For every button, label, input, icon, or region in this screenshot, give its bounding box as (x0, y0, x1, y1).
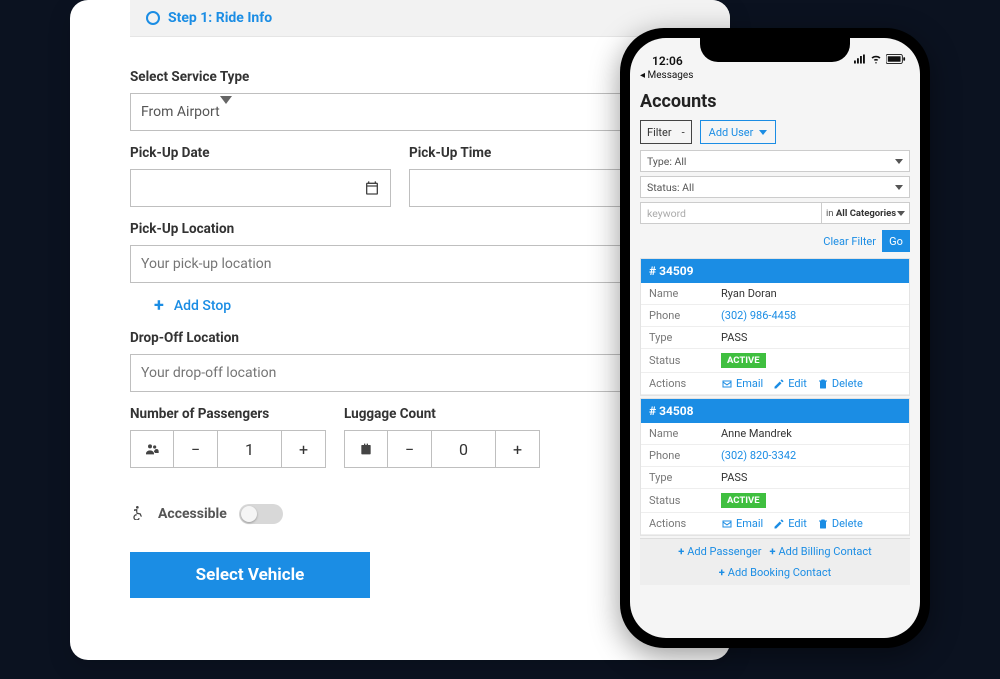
pickup-date-field[interactable] (141, 180, 364, 196)
battery-icon (886, 53, 906, 68)
account-name: Anne Mandrek (721, 427, 792, 440)
add-stop-button[interactable]: + Add Stop (154, 295, 670, 316)
type-select[interactable]: Type: All (640, 150, 910, 172)
step-header: Step 1: Ride Info (130, 0, 730, 37)
status-time: 12:06 (652, 54, 683, 68)
luggage-increment[interactable]: + (496, 430, 540, 468)
chevron-down-icon (897, 211, 905, 216)
luggage-icon (344, 430, 388, 468)
wifi-icon (870, 53, 882, 68)
pickup-location-input[interactable] (130, 245, 670, 283)
passengers-stepper: − 1 + (130, 430, 326, 468)
category-select[interactable]: in All Categories (822, 202, 910, 224)
dropoff-location-input[interactable] (130, 354, 670, 392)
account-id: # 34509 (641, 259, 909, 283)
dropoff-location-field[interactable] (141, 365, 633, 381)
plus-icon: + (154, 295, 164, 316)
calendar-icon (364, 180, 380, 196)
pickup-time-field[interactable] (420, 180, 643, 196)
phone-notch (700, 38, 850, 62)
chevron-down-icon (895, 185, 903, 190)
account-type: PASS (721, 471, 747, 484)
select-vehicle-label: Select Vehicle (196, 565, 305, 585)
pickup-location-field[interactable] (141, 256, 633, 272)
service-type-value: From Airport (141, 104, 220, 120)
phone-mockup: 12:06 ◂ Messages Accounts Filter - (620, 28, 930, 648)
pickup-date-input[interactable] (130, 169, 391, 207)
add-user-button[interactable]: Add User (700, 120, 777, 144)
accessible-label: Accessible (158, 506, 227, 522)
bottom-action-bar: + Add Passenger + Add Billing Contact + … (640, 538, 910, 585)
account-id: # 34508 (641, 399, 909, 423)
select-vehicle-button[interactable]: Select Vehicle (130, 552, 370, 598)
add-booking-link[interactable]: + Add Booking Contact (719, 566, 831, 579)
add-passenger-link[interactable]: + Add Passenger (678, 545, 761, 558)
add-billing-link[interactable]: + Add Billing Contact (769, 545, 871, 558)
account-type: PASS (721, 331, 747, 344)
pickup-date-label: Pick-Up Date (130, 145, 391, 161)
email-action[interactable]: Email (721, 377, 763, 390)
edit-action[interactable]: Edit (773, 377, 807, 390)
delete-action[interactable]: Delete (817, 377, 863, 390)
luggage-label: Luggage Count (344, 406, 540, 422)
keyword-input[interactable]: keyword (640, 202, 822, 224)
chevron-down-icon (895, 159, 903, 164)
account-name: Ryan Doran (721, 287, 777, 300)
status-badge: ACTIVE (721, 493, 766, 508)
edit-action[interactable]: Edit (773, 517, 807, 530)
passengers-label: Number of Passengers (130, 406, 326, 422)
step-indicator-icon (146, 11, 160, 25)
clear-filter-link[interactable]: Clear Filter (823, 235, 876, 248)
people-icon (130, 430, 174, 468)
passengers-value: 1 (218, 430, 282, 468)
luggage-value: 0 (432, 430, 496, 468)
luggage-decrement[interactable]: − (388, 430, 432, 468)
luggage-stepper: − 0 + (344, 430, 540, 468)
chevron-down-icon (220, 104, 232, 120)
filter-dropdown[interactable]: Filter - (640, 120, 692, 144)
account-phone-link[interactable]: (302) 820-3342 (721, 449, 796, 462)
delete-action[interactable]: Delete (817, 517, 863, 530)
chevron-down-icon (759, 130, 767, 135)
step-title: Step 1: Ride Info (168, 10, 272, 26)
service-type-select[interactable]: From Airport (130, 93, 670, 131)
go-button[interactable]: Go (882, 230, 910, 252)
accessible-toggle[interactable] (239, 504, 283, 524)
account-card: # 34509 NameRyan Doran Phone(302) 986-44… (640, 258, 910, 396)
page-title: Accounts (640, 91, 910, 112)
email-action[interactable]: Email (721, 517, 763, 530)
account-card: # 34508 NameAnne Mandrek Phone(302) 820-… (640, 398, 910, 536)
account-phone-link[interactable]: (302) 986-4458 (721, 309, 796, 322)
passengers-increment[interactable]: + (282, 430, 326, 468)
pickup-location-label: Pick-Up Location (130, 221, 670, 237)
status-badge: ACTIVE (721, 353, 766, 368)
accessible-icon (130, 504, 146, 524)
back-to-messages[interactable]: ◂ Messages (630, 70, 920, 81)
add-stop-label: Add Stop (174, 298, 231, 314)
status-select[interactable]: Status: All (640, 176, 910, 198)
signal-icon (854, 53, 866, 68)
dropoff-location-label: Drop-Off Location (130, 330, 670, 346)
passengers-decrement[interactable]: − (174, 430, 218, 468)
service-type-label: Select Service Type (130, 69, 670, 85)
